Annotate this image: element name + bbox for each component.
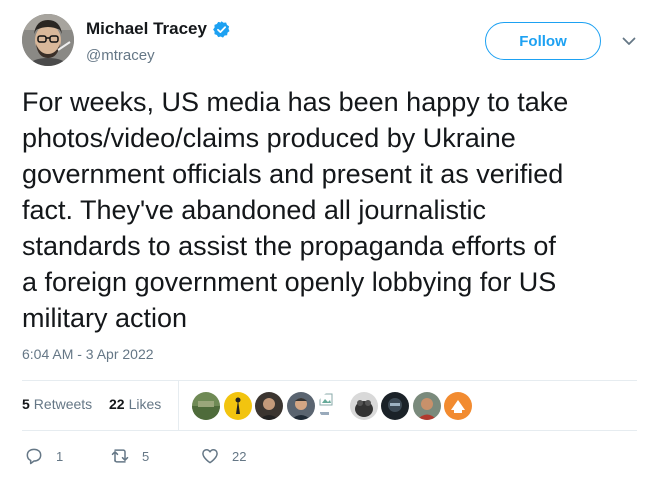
tweet-text-line: fact. They've abandoned all journalistic xyxy=(22,195,486,225)
stats-separator xyxy=(178,380,179,430)
reply-icon xyxy=(26,448,42,465)
tweet-text: For weeks, US media has been happy to ta… xyxy=(22,84,647,336)
reply-button[interactable]: 1 xyxy=(24,446,63,466)
retweets-stat[interactable]: 5 Retweets xyxy=(22,396,92,412)
likes-label: Likes xyxy=(128,396,162,412)
follow-button[interactable]: Follow xyxy=(485,22,601,60)
tweet-text-line: a foreign government openly lobbying for… xyxy=(22,267,557,297)
likes-stat[interactable]: 22 Likes xyxy=(109,396,161,412)
retweets-count: 5 xyxy=(22,396,30,412)
like-button[interactable]: 22 xyxy=(200,446,246,466)
likers-avatars xyxy=(192,392,476,420)
divider xyxy=(22,430,637,431)
liker-avatar[interactable] xyxy=(223,392,252,420)
reply-count: 1 xyxy=(56,448,64,464)
likes-count: 22 xyxy=(109,396,125,412)
liker-avatar[interactable] xyxy=(286,392,315,420)
tweet-header: Michael Tracey @mtracey Follow xyxy=(22,14,647,70)
retweet-icon xyxy=(111,449,129,463)
liker-avatar-broken-image-icon[interactable] xyxy=(318,392,346,420)
retweet-button[interactable]: 5 xyxy=(110,446,149,466)
tweet-text-line: government officials and present it as v… xyxy=(22,159,564,189)
tweet-timestamp[interactable]: 6:04 AM - 3 Apr 2022 xyxy=(22,346,154,362)
author-handle[interactable]: @mtracey xyxy=(86,47,155,64)
tweet-text-line: military action xyxy=(22,303,188,333)
liker-avatar[interactable] xyxy=(255,392,283,420)
liker-avatar[interactable] xyxy=(412,392,441,420)
author-avatar[interactable] xyxy=(22,14,74,66)
tweet-text-line: photos/video/claims produced by Ukraine xyxy=(22,123,516,153)
retweet-count: 5 xyxy=(142,448,150,464)
like-count: 22 xyxy=(232,448,247,464)
liker-avatar[interactable] xyxy=(349,392,378,420)
author-display-name[interactable]: Michael Tracey xyxy=(86,19,207,39)
liker-avatar[interactable] xyxy=(381,392,409,420)
verified-badge-icon xyxy=(212,20,231,39)
tweet-text-line: For weeks, US media has been happy to ta… xyxy=(22,87,569,117)
tweet-actions: 1 5 22 xyxy=(22,440,422,470)
heart-icon xyxy=(202,449,218,464)
tweet-text-line: standards to assist the propaganda effor… xyxy=(22,231,556,261)
author-name-row: Michael Tracey xyxy=(86,19,231,39)
tweet-stats: 5 Retweets 22 Likes xyxy=(22,380,637,430)
retweets-label: Retweets xyxy=(33,396,93,412)
liker-avatar[interactable] xyxy=(192,392,220,420)
liker-avatar[interactable] xyxy=(444,392,472,420)
chevron-down-icon[interactable] xyxy=(620,32,638,50)
